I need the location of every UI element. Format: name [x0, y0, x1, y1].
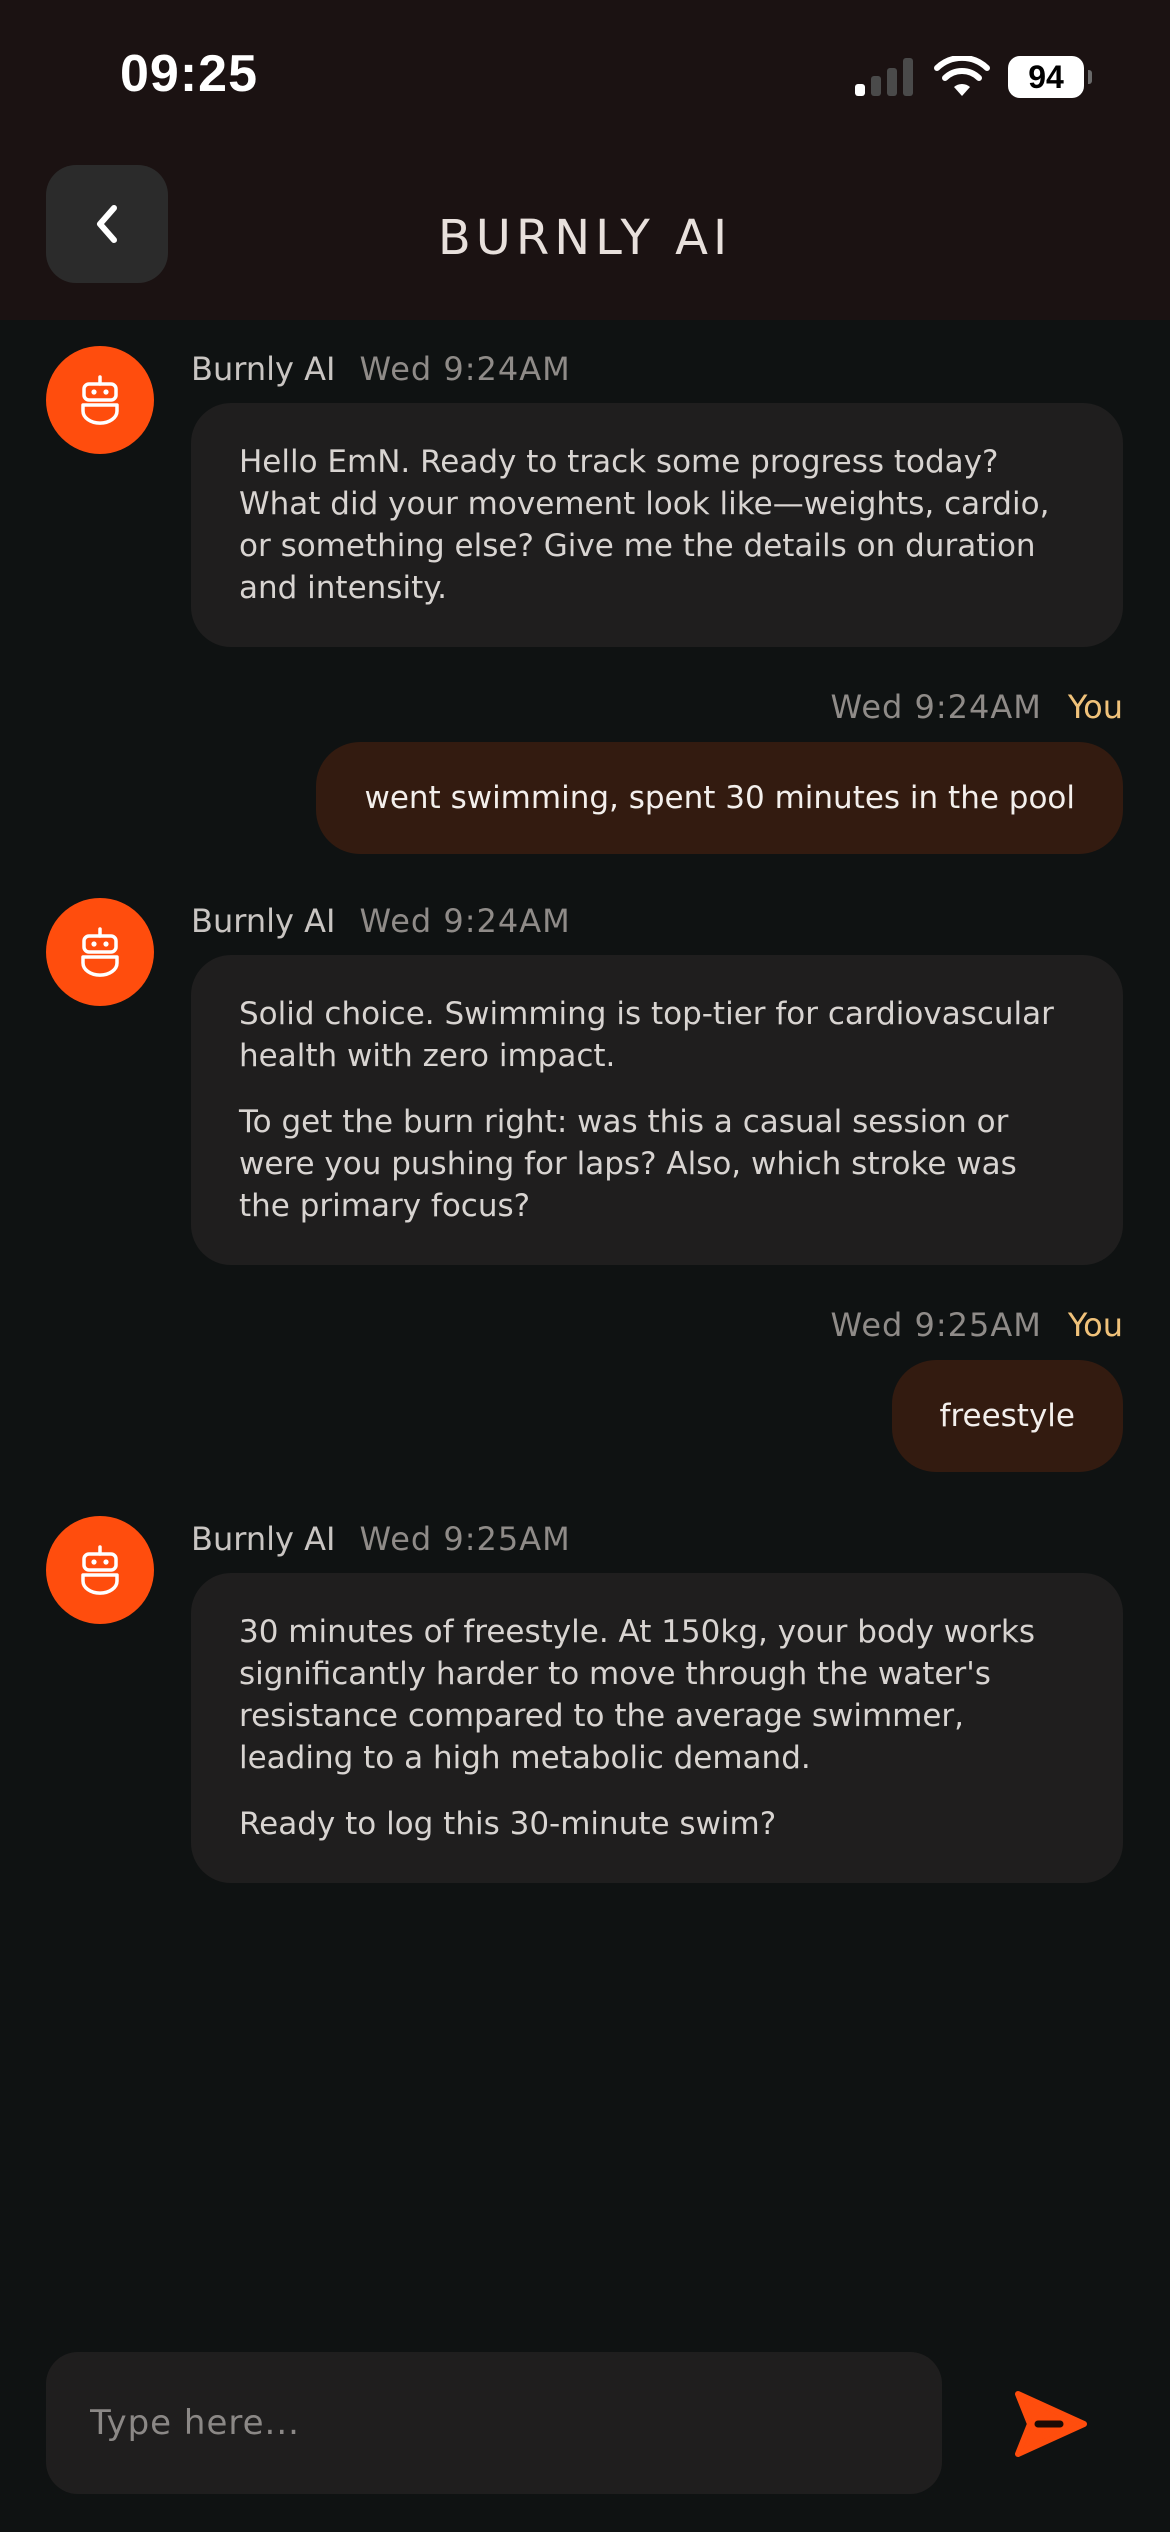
header-bar: 09:25 94 BURNLY AI: [0, 0, 1170, 320]
ai-message-bubble: 30 minutes of freestyle. At 150kg, your …: [191, 1573, 1123, 1883]
robot-icon: [81, 375, 119, 425]
message-time: Wed 9:24AM: [359, 902, 571, 940]
status-time: 09:25: [120, 45, 258, 103]
sender-name: Burnly AI: [191, 1520, 336, 1558]
ai-message-bubble: Hello EmN. Ready to track some progress …: [191, 403, 1123, 647]
message-meta: Burnly AI Wed 9:24AM: [191, 902, 571, 940]
send-button[interactable]: [1006, 2380, 1096, 2468]
ai-avatar: [46, 1516, 154, 1624]
ai-avatar: [46, 898, 154, 1006]
sender-name: Burnly AI: [191, 350, 336, 388]
send-icon: [1015, 2391, 1087, 2457]
message-meta: Burnly AI Wed 9:25AM: [191, 1520, 571, 1558]
message-time: Wed 9:25AM: [359, 1520, 571, 1558]
battery-level: 94: [1008, 56, 1084, 98]
wifi-icon: [934, 56, 990, 96]
ai-message-bubble: Solid choice. Swimming is top-tier for c…: [191, 955, 1123, 1265]
message-text: Ready to log this 30-minute swim?: [239, 1806, 777, 1842]
message-text: 30 minutes of freestyle. At 150kg, your …: [239, 1614, 1035, 1776]
battery-tip: [1088, 70, 1092, 84]
chat-screen: 09:25 94 BURNLY AI Burnly AI Wed 9:24AM …: [0, 0, 1170, 2532]
message-meta: Wed 9:24AM You: [831, 688, 1123, 726]
ai-avatar: [46, 346, 154, 454]
user-message-bubble: freestyle: [891, 1360, 1123, 1472]
sender-name: Burnly AI: [191, 902, 336, 940]
message-text: To get the burn right: was this a casual…: [239, 1104, 1017, 1224]
sender-name: You: [1067, 1306, 1123, 1344]
sender-name: You: [1067, 688, 1123, 726]
message-time: Wed 9:24AM: [830, 688, 1042, 726]
message-text: Hello EmN. Ready to track some progress …: [239, 444, 1050, 606]
robot-icon: [81, 1545, 119, 1595]
message-input[interactable]: [46, 2352, 942, 2494]
message-time: Wed 9:25AM: [830, 1306, 1042, 1344]
robot-icon: [81, 927, 119, 977]
message-meta: Burnly AI Wed 9:24AM: [191, 350, 571, 388]
message-time: Wed 9:24AM: [359, 350, 571, 388]
page-title: BURNLY AI: [437, 210, 733, 266]
cellular-signal-icon: [855, 58, 915, 96]
message-text: Solid choice. Swimming is top-tier for c…: [239, 996, 1054, 1074]
message-composer: [46, 2352, 942, 2494]
message-meta: Wed 9:25AM You: [831, 1306, 1123, 1344]
user-message-bubble: went swimming, spent 30 minutes in the p…: [316, 742, 1123, 854]
